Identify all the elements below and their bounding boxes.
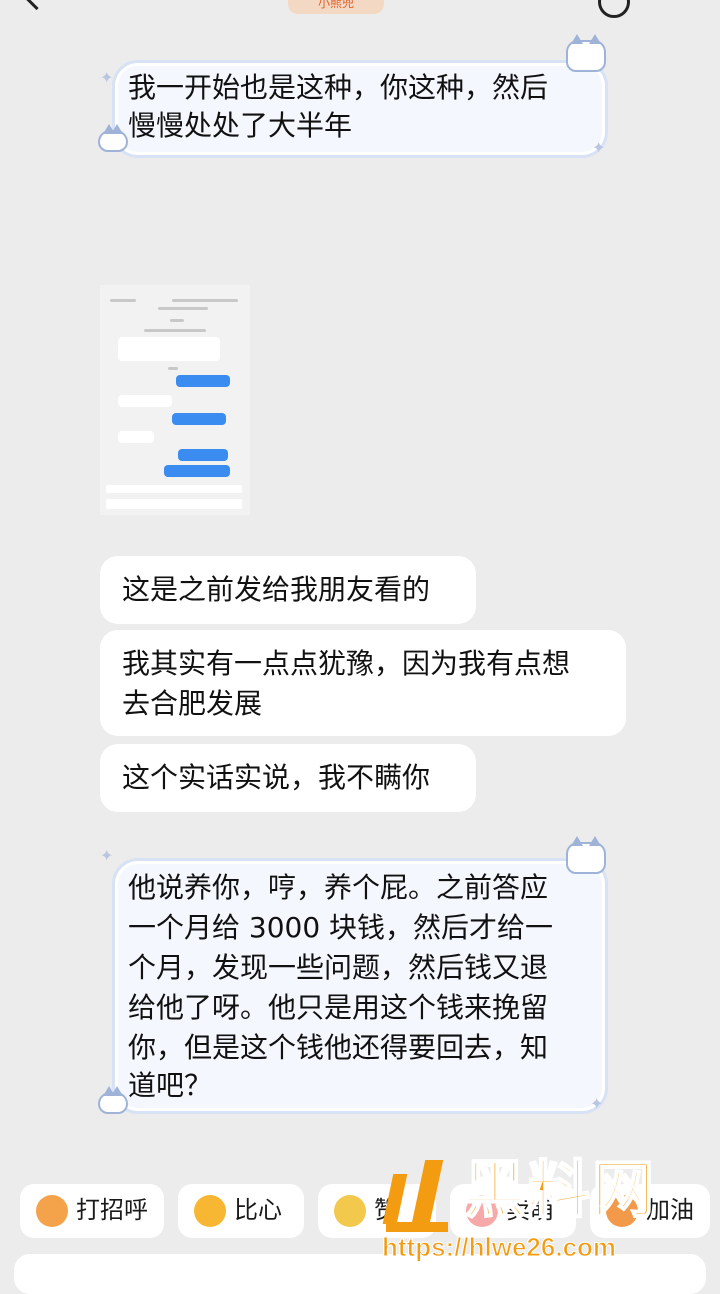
quick-reply-greet[interactable]: 打招呼 <box>20 1184 164 1238</box>
message-line: 个月，发现一些问题，然后钱又退 <box>128 951 549 984</box>
chat-header: 小熊兜 <box>0 0 720 30</box>
message-bubble[interactable]: 这个实话实说，我不瞒你 <box>100 744 476 812</box>
message-text: 这是之前发给我朋友看的 <box>122 573 431 606</box>
cat-sticker-icon <box>566 836 606 874</box>
chat-title: 小熊兜 <box>288 0 384 14</box>
wave-emoji-icon <box>36 1195 68 1227</box>
sparkle-icon: ✦ <box>592 138 606 157</box>
call-icon[interactable] <box>598 0 630 18</box>
cat-sticker-icon <box>98 1086 128 1114</box>
back-icon[interactable] <box>18 0 55 11</box>
sparkle-icon: ✦ <box>100 68 114 87</box>
message-bubble[interactable]: 这是之前发给我朋友看的 <box>100 556 476 624</box>
cat-sticker-icon <box>98 124 128 152</box>
sparkle-icon: ✦ <box>100 846 114 865</box>
quick-reply-heart[interactable]: 比心 <box>178 1184 304 1238</box>
watermark-title: 黑料网 <box>463 1152 657 1227</box>
message-line: 他说养你，哼，养个屁。之前答应 <box>128 871 549 904</box>
message-line: 慢慢处处了大半年 <box>128 109 353 142</box>
message-line: 一个月给 3000 块钱，然后才给一 <box>128 911 554 944</box>
message-text: 这个实话实说，我不瞒你 <box>122 761 431 794</box>
message-line: 去合肥发展 <box>122 687 263 720</box>
sparkle-icon: ✦ <box>590 1094 604 1113</box>
heart-emoji-icon <box>194 1195 226 1227</box>
message-line: 我一开始也是这种，你这种，然后 <box>128 71 549 104</box>
message-line: 给他了呀。他只是用这个钱来挽留 <box>128 991 549 1024</box>
message-bubble[interactable]: 我其实有一点点犹豫，因为我有点想 去合肥发展 <box>100 630 626 736</box>
thumbs-up-icon <box>334 1195 366 1227</box>
message-line: 我其实有一点点犹豫，因为我有点想 <box>122 647 571 680</box>
watermark-logo-icon <box>382 1156 456 1236</box>
cat-sticker-icon <box>566 34 606 72</box>
chat-screenshot-image[interactable] <box>100 285 250 515</box>
watermark-url: https://hlwe26.com <box>381 1232 617 1263</box>
message-line: 你，但是这个钱他还得要回去，知 <box>128 1031 549 1064</box>
message-line: 道吧？ <box>128 1069 213 1102</box>
watermark: 黑料网 https://hlwe26.com <box>381 1150 712 1270</box>
